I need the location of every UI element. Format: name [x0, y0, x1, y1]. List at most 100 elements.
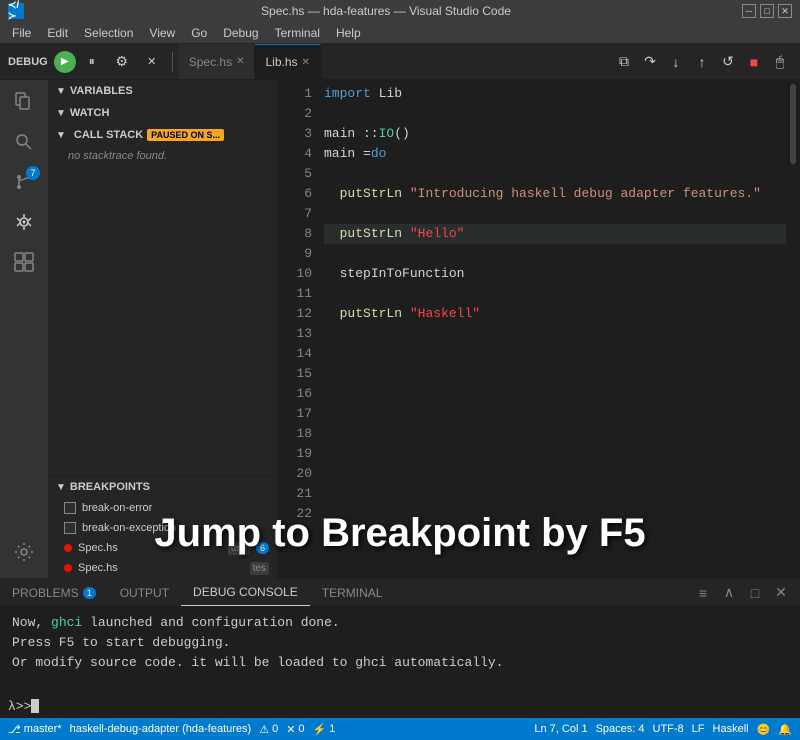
step-over-button[interactable]: ↷	[638, 50, 662, 74]
cursor-position-label: Ln 7, Col 1	[534, 723, 587, 735]
bp-tag-1: test	[228, 542, 250, 555]
tab-spec-close[interactable]: ✕	[236, 56, 244, 67]
code-area[interactable]: import Lib main :: IO () main = do ● put…	[320, 80, 786, 578]
debug-icon[interactable]	[6, 204, 42, 240]
panel-area: PROBLEMS 1 OUTPUT DEBUG CONSOLE TERMINAL…	[0, 578, 800, 718]
console-line-1: Now, ghci launched and configuration don…	[12, 613, 788, 633]
source-control-icon[interactable]: 7	[6, 164, 42, 200]
variables-header[interactable]: ▼ VARIABLES	[48, 80, 277, 102]
editor-area: 12345 678910 1112131415 1617181920 2122 …	[278, 80, 800, 578]
menu-view[interactable]: View	[141, 22, 183, 43]
menu-debug[interactable]: Debug	[215, 22, 266, 43]
watch-header[interactable]: ▼ WATCH	[48, 102, 277, 124]
status-spaces[interactable]: Spaces: 4	[596, 723, 645, 735]
console-line-3: Or modify source code. it will be loaded…	[12, 653, 788, 673]
status-debug-adapter[interactable]: haskell-debug-adapter (hda-features)	[70, 723, 252, 735]
debug-label: DEBUG	[8, 56, 48, 68]
console-line-2: Press F5 to start debugging.	[12, 633, 788, 653]
tab-debug-console[interactable]: DEBUG CONSOLE	[181, 579, 310, 606]
step-out-button[interactable]: ↑	[690, 50, 714, 74]
debug-pause-button[interactable]: ⏸	[78, 48, 106, 76]
info-count: 1	[329, 723, 335, 735]
tab-terminal[interactable]: TERMINAL	[310, 579, 395, 606]
watch-section: ▼ WATCH	[48, 102, 277, 124]
debug-settings-button[interactable]: ⚙	[108, 48, 136, 76]
activity-bar: 7	[0, 80, 48, 578]
split-editor-button[interactable]: ⧉	[612, 50, 636, 74]
status-info[interactable]: ⚡ 1	[313, 723, 336, 736]
breakpoints-header[interactable]: ▼ BREAKPOINTS	[48, 476, 277, 498]
scrollbar[interactable]	[786, 80, 800, 578]
panel-close-button[interactable]: ✕	[770, 582, 792, 604]
stop-button[interactable]: ■	[742, 50, 766, 74]
close-button[interactable]: ✕	[778, 4, 792, 18]
status-language[interactable]: Haskell	[713, 723, 749, 735]
code-line-22	[324, 504, 786, 524]
separator	[172, 52, 173, 72]
explorer-icon[interactable]	[6, 84, 42, 120]
scrollbar-thumb[interactable]	[790, 84, 796, 164]
search-icon[interactable]	[6, 124, 42, 160]
tab-lib-close[interactable]: ✕	[302, 57, 310, 68]
status-line-ending[interactable]: LF	[692, 723, 705, 735]
panel-maximize-button[interactable]: □	[744, 582, 766, 604]
breakpoints-label: BREAKPOINTS	[70, 481, 150, 493]
status-smiley[interactable]: 😊	[757, 723, 771, 736]
menu-go[interactable]: Go	[183, 22, 215, 43]
warning-icon: ⚠	[259, 723, 269, 736]
watch-arrow: ▼	[56, 108, 66, 119]
status-encoding[interactable]: UTF-8	[653, 723, 684, 735]
code-line-9	[324, 244, 786, 264]
code-line-10: stepInToFunction	[324, 264, 786, 284]
bp-checkbox-exception[interactable]	[64, 522, 76, 534]
menu-edit[interactable]: Edit	[39, 22, 76, 43]
line-numbers: 12345 678910 1112131415 1617181920 2122	[278, 80, 320, 578]
editor-content[interactable]: 12345 678910 1112131415 1617181920 2122 …	[278, 80, 800, 578]
app-icon: ≺/≻	[8, 3, 24, 19]
settings-icon[interactable]	[6, 534, 42, 570]
bp-checkbox-error[interactable]	[64, 502, 76, 514]
panel-cursor	[31, 699, 39, 713]
status-warnings[interactable]: ⚠ 0	[259, 723, 278, 736]
bp-spec-hs-2: Spec.hs tes	[48, 558, 277, 578]
maximize-button[interactable]: □	[760, 4, 774, 18]
callstack-section: ▼ CALL STACK PAUSED ON S... no stacktrac…	[48, 124, 277, 166]
step-into-button[interactable]: ↓	[664, 50, 688, 74]
variables-arrow: ▼	[56, 86, 66, 97]
bp-label-error: break-on-error	[82, 502, 152, 514]
code-line-8: ● putStrLn "Hello"	[324, 224, 786, 244]
branch-icon: ⎇	[8, 723, 21, 736]
window-controls[interactable]: ─ □ ✕	[742, 4, 792, 18]
watch-label: WATCH	[70, 107, 110, 119]
status-cursor-position[interactable]: Ln 7, Col 1	[534, 723, 587, 735]
tab-terminal-label: TERMINAL	[322, 586, 383, 600]
tab-spec-hs[interactable]: Spec.hs ✕	[179, 44, 256, 79]
menu-help[interactable]: Help	[328, 22, 369, 43]
menu-file[interactable]: File	[4, 22, 39, 43]
menu-selection[interactable]: Selection	[76, 22, 141, 43]
code-line-14	[324, 344, 786, 364]
minimize-button[interactable]: ─	[742, 4, 756, 18]
tab-problems[interactable]: PROBLEMS 1	[0, 579, 108, 606]
extensions-icon[interactable]	[6, 244, 42, 280]
status-branch[interactable]: ⎇ master*	[8, 723, 62, 736]
tab-debug-console-label: DEBUG CONSOLE	[193, 585, 298, 599]
code-line-16	[324, 384, 786, 404]
tab-output[interactable]: OUTPUT	[108, 579, 181, 606]
debug-play-button[interactable]: ▶	[54, 51, 76, 73]
bp-spec-hs-1: Spec.hs test 6	[48, 538, 277, 558]
menu-terminal[interactable]: Terminal	[267, 22, 328, 43]
branch-name: master*	[24, 723, 62, 735]
tab-output-label: OUTPUT	[120, 586, 169, 600]
status-errors[interactable]: ✕ 0	[286, 723, 304, 736]
tab-problems-label: PROBLEMS	[12, 586, 79, 600]
tab-lib-hs[interactable]: Lib.hs ✕	[255, 44, 320, 79]
status-bell[interactable]: 🔔	[778, 723, 792, 736]
panel-chevron-up-button[interactable]: ∧	[718, 582, 740, 604]
debug-close-button[interactable]: ✕	[138, 48, 166, 76]
callstack-header[interactable]: ▼ CALL STACK PAUSED ON S...	[48, 124, 277, 146]
restart-button[interactable]: ↺	[716, 50, 740, 74]
callstack-arrow: ▼	[56, 130, 66, 141]
code-line-15	[324, 364, 786, 384]
panel-list-button[interactable]: ≡	[692, 582, 714, 604]
